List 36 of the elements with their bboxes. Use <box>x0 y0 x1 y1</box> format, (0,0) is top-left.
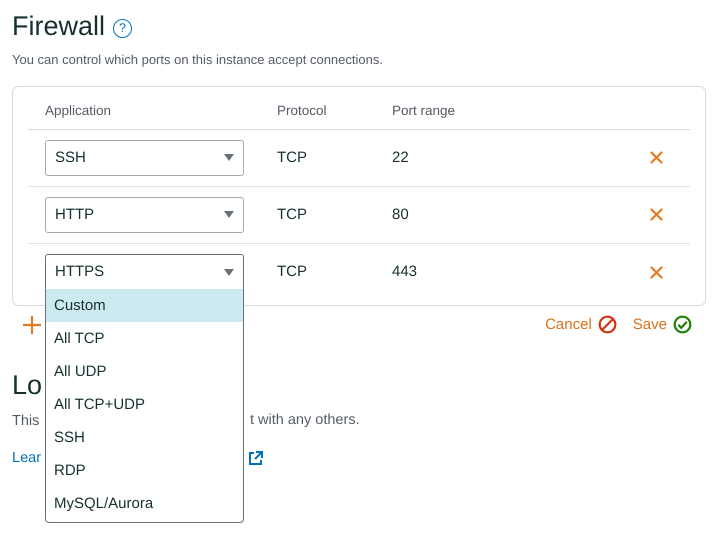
dropdown-option[interactable]: SSH <box>46 421 243 454</box>
dropdown-option[interactable]: Custom <box>46 289 243 322</box>
description-text: This <box>12 412 40 431</box>
protocol-cell-text: TCP <box>277 204 308 224</box>
column-header: Protocol <box>277 102 328 120</box>
description-text: t with any others. <box>250 411 360 430</box>
caret-icon <box>224 154 234 162</box>
application-select[interactable]: HTTPS <box>45 254 244 290</box>
dropdown-option[interactable]: All TCP <box>46 322 243 356</box>
caret-icon <box>224 211 234 218</box>
add-icon[interactable] <box>22 314 42 335</box>
learn-more-link[interactable]: Lear <box>12 450 42 466</box>
caret-icon <box>224 268 234 276</box>
section-title: Lo <box>12 369 44 402</box>
dropdown-option[interactable]: All TCP+UDP <box>46 388 243 422</box>
dropdown-option[interactable]: MySQL/Aurora <box>46 487 243 520</box>
application-select[interactable]: SSH <box>45 140 244 176</box>
port-range-cell-text: 22 <box>392 148 410 168</box>
help-button[interactable]: ? <box>113 18 132 38</box>
x-icon <box>650 151 663 164</box>
cancel-icon <box>598 315 617 334</box>
save-icon <box>673 315 692 334</box>
description-text: You can control which ports on this instance accept connections. <box>12 51 384 69</box>
protocol-cell-text: TCP <box>277 262 308 282</box>
x-icon <box>650 266 663 279</box>
port-range-cell-text: 443 <box>392 262 418 282</box>
protocol-cell-text: TCP <box>277 148 308 168</box>
column-header: Application <box>45 102 112 120</box>
x-icon <box>650 208 663 222</box>
dropdown-option[interactable]: All UDP <box>46 355 243 388</box>
section-title: Firewall <box>12 10 106 43</box>
application-select[interactable]: HTTP <box>45 196 244 233</box>
column-header: Port range <box>392 102 456 120</box>
dropdown-option[interactable]: RDP <box>46 454 243 488</box>
external-link-icon[interactable] <box>248 450 263 466</box>
port-range-cell-text: 80 <box>392 204 410 224</box>
